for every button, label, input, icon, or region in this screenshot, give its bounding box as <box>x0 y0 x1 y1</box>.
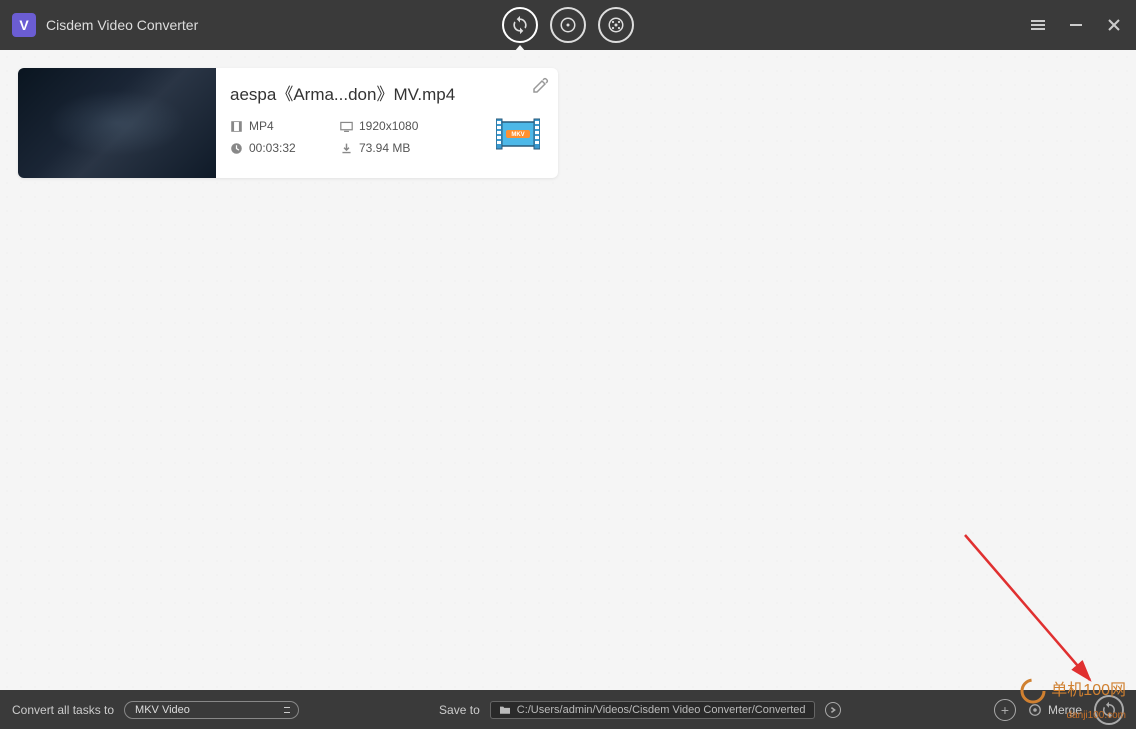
merge-button[interactable]: Merge <box>1028 703 1082 717</box>
convert-button[interactable] <box>1094 695 1124 725</box>
tab-download[interactable] <box>598 7 634 43</box>
folder-icon <box>499 705 511 715</box>
file-info: aespa《Arma...don》MV.mp4 MP4 1920x1080 00… <box>216 68 558 178</box>
bottombar: Convert all tasks to MKV Video Save to C… <box>0 690 1136 729</box>
film-icon <box>230 120 243 133</box>
meta-resolution: 1920x1080 <box>340 119 470 133</box>
tab-rip[interactable] <box>550 7 586 43</box>
convert-label: Convert all tasks to <box>12 703 114 717</box>
svg-text:MKV: MKV <box>511 132 524 138</box>
app-title: Cisdem Video Converter <box>46 17 198 33</box>
content-area: aespa《Arma...don》MV.mp4 MP4 1920x1080 00… <box>0 50 1136 690</box>
file-card[interactable]: aespa《Arma...don》MV.mp4 MP4 1920x1080 00… <box>18 68 558 178</box>
file-name: aespa《Arma...don》MV.mp4 <box>230 80 544 105</box>
minimize-icon[interactable] <box>1066 15 1086 35</box>
screen-icon <box>340 120 353 133</box>
meta-duration: 00:03:32 <box>230 141 340 155</box>
edit-icon[interactable] <box>532 76 550 94</box>
output-format-button[interactable]: MKV <box>496 116 540 152</box>
clock-icon <box>230 142 243 155</box>
save-path-field[interactable]: C:/Users/admin/Videos/Cisdem Video Conve… <box>490 701 815 719</box>
app-icon: V <box>12 13 36 37</box>
bottom-actions: + Merge <box>994 695 1124 725</box>
save-to-label: Save to <box>439 703 480 717</box>
merge-icon <box>1028 703 1042 717</box>
meta-size: 73.94 MB <box>340 141 470 155</box>
mode-tabs <box>502 7 634 43</box>
window-controls <box>1028 15 1124 35</box>
meta-format: MP4 <box>230 119 340 133</box>
titlebar: V Cisdem Video Converter <box>0 0 1136 50</box>
video-thumbnail[interactable] <box>18 68 216 178</box>
add-button[interactable]: + <box>994 699 1016 721</box>
tab-convert[interactable] <box>502 7 538 43</box>
download-icon <box>340 142 353 155</box>
menu-icon[interactable] <box>1028 15 1048 35</box>
output-format-select[interactable]: MKV Video <box>124 701 299 719</box>
open-folder-button[interactable] <box>825 702 841 718</box>
close-icon[interactable] <box>1104 15 1124 35</box>
